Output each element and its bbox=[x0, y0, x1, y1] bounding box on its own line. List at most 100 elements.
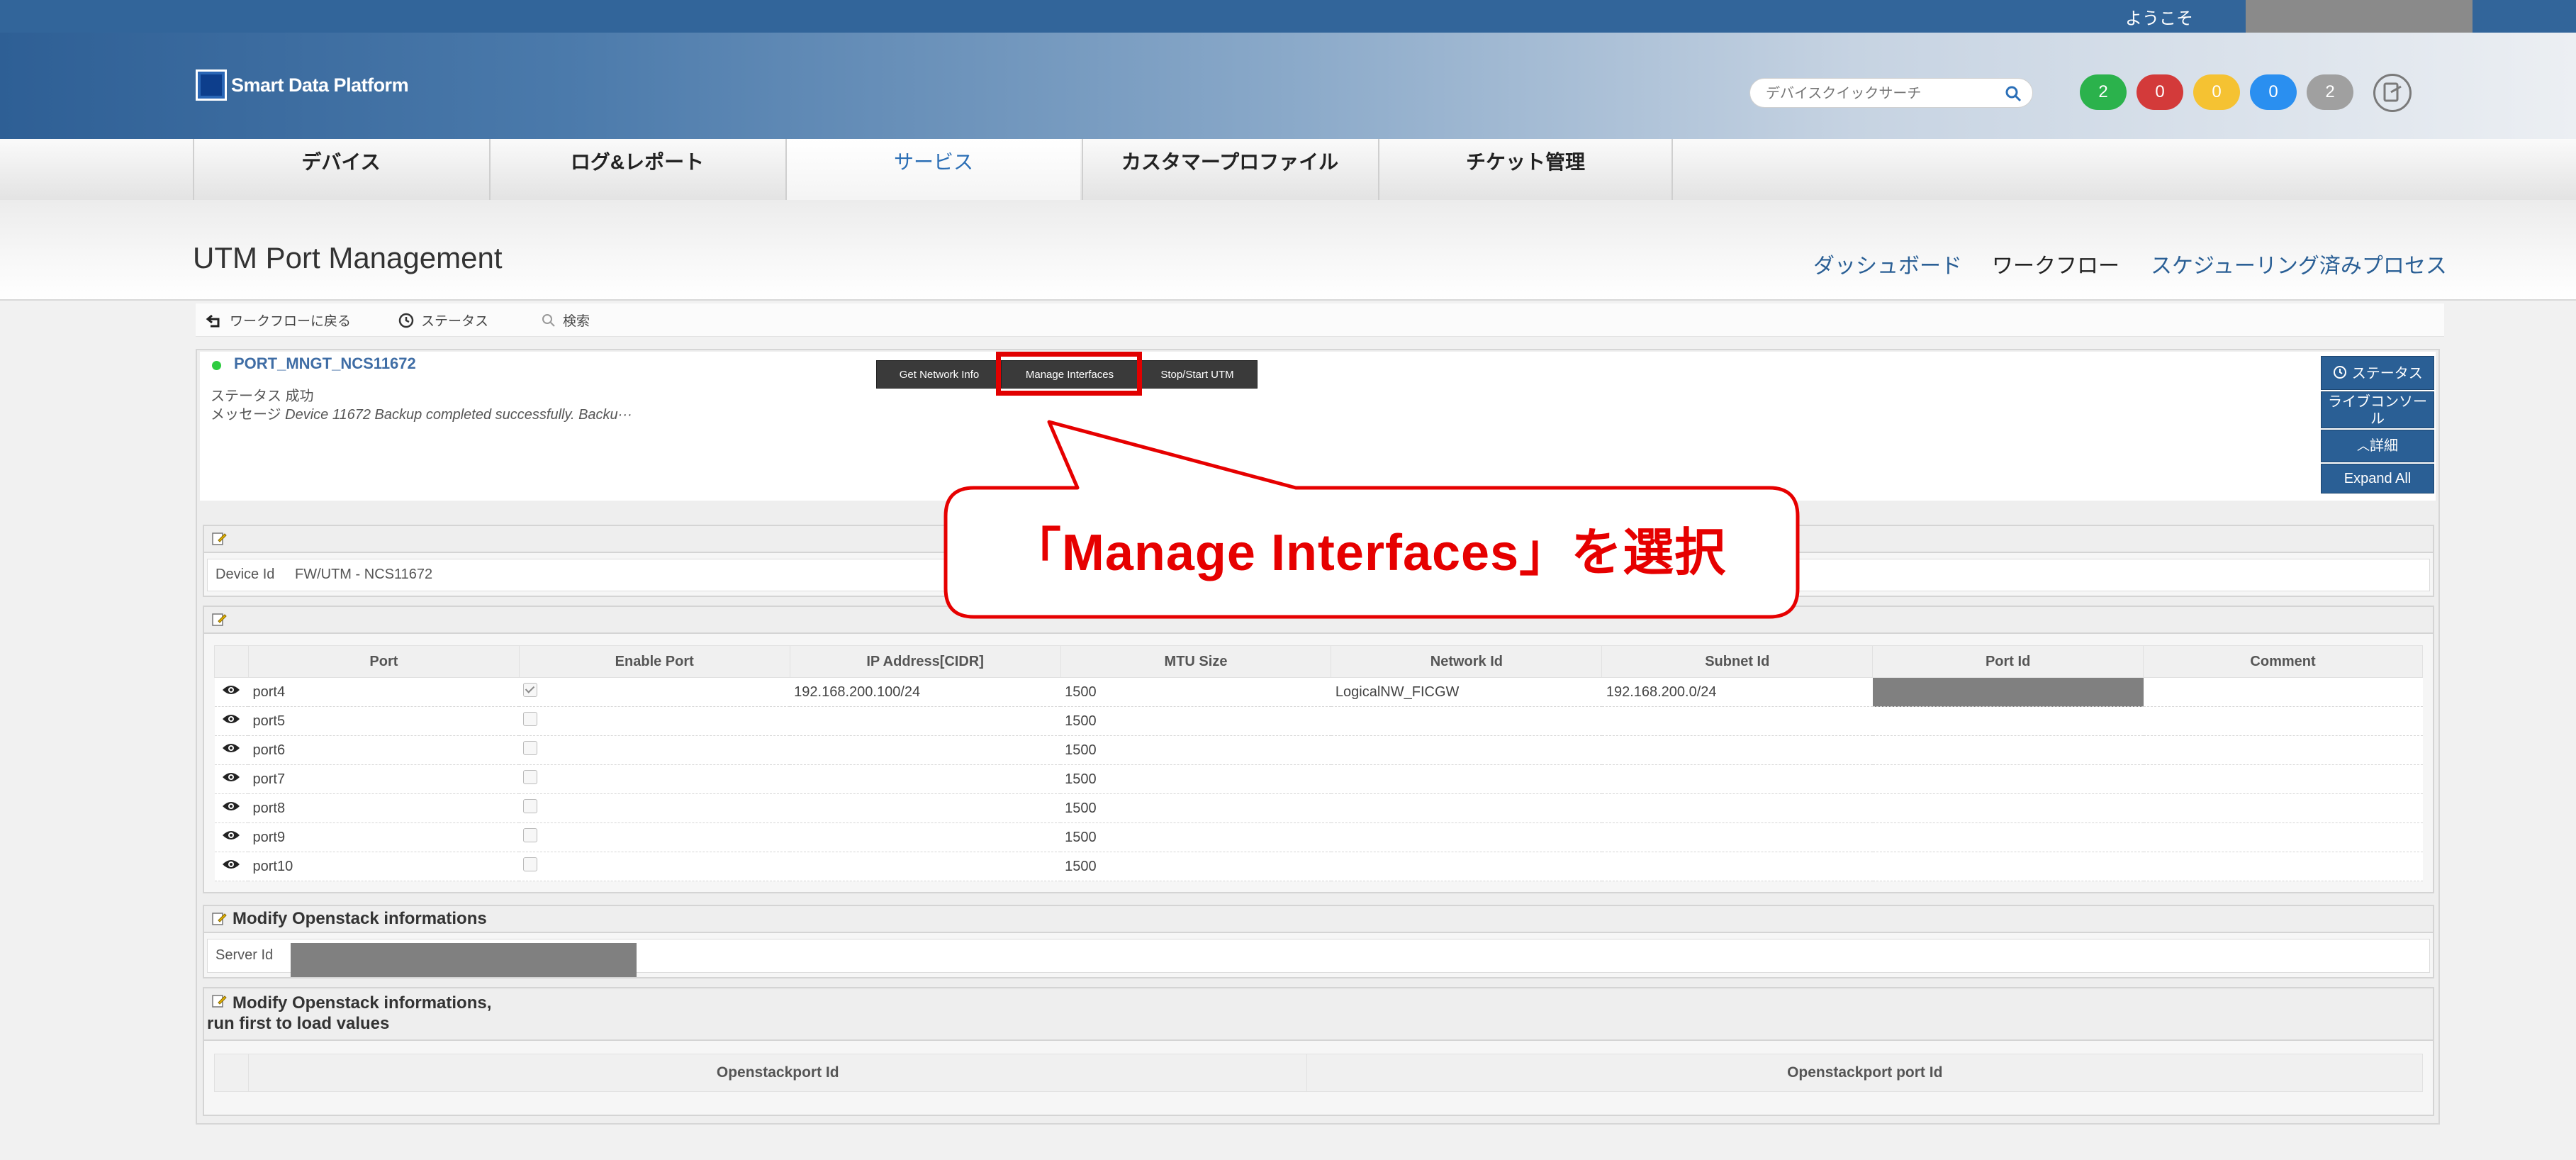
view-eye-icon[interactable] bbox=[214, 793, 249, 823]
details-label: 詳細 bbox=[2370, 438, 2398, 454]
user-name-redacted[interactable] bbox=[2246, 0, 2473, 33]
search-icon[interactable] bbox=[2004, 84, 2022, 103]
live-console-button[interactable]: ライブコンソール bbox=[2321, 391, 2434, 428]
view-eye-icon[interactable] bbox=[214, 706, 249, 736]
column-header-subnet-id[interactable]: Subnet Id bbox=[1601, 645, 1874, 678]
column-header-port[interactable]: Port bbox=[247, 645, 520, 678]
job-name[interactable]: PORT_MNGT_NCS11672 bbox=[234, 355, 416, 373]
enable-port-checkbox[interactable] bbox=[523, 741, 538, 755]
expand-all-button[interactable]: Expand All bbox=[2321, 464, 2434, 493]
status-side-button[interactable]: ステータス bbox=[2321, 356, 2434, 390]
page-title: UTM Port Management bbox=[193, 241, 503, 274]
openstack-load-section-header[interactable]: Modify Openstack informations, run first… bbox=[203, 987, 2434, 1041]
enable-port-checkbox[interactable] bbox=[523, 799, 538, 813]
status-line: ステータス 成功 bbox=[211, 384, 314, 405]
subnet-id-cell bbox=[1601, 706, 1873, 736]
view-eye-icon[interactable] bbox=[214, 764, 249, 794]
ip-address-cell bbox=[790, 852, 1061, 881]
enable-port-checkbox[interactable] bbox=[523, 857, 538, 871]
back-to-workflow-button[interactable]: ワークフローに戻る bbox=[206, 311, 351, 330]
column-header-openstackport-id[interactable]: Openstackport Id bbox=[247, 1054, 1308, 1092]
search-input[interactable] bbox=[1764, 83, 1994, 104]
details-button[interactable]: ︿詳細 bbox=[2321, 430, 2434, 462]
openstack-section-body: Server Id bbox=[203, 933, 2434, 978]
port-id-cell bbox=[1872, 677, 2144, 707]
comment-cell bbox=[2143, 677, 2423, 707]
openstack-view-column-header bbox=[214, 1054, 249, 1092]
enable-port-checkbox[interactable] bbox=[523, 712, 538, 726]
enable-port-checkbox[interactable] bbox=[523, 770, 538, 784]
stop-start-utm-button[interactable]: Stop/Start UTM bbox=[1137, 360, 1258, 389]
column-header-comment[interactable]: Comment bbox=[2143, 645, 2423, 678]
enable-port-checkbox[interactable] bbox=[523, 828, 538, 842]
get-network-info-button[interactable]: Get Network Info bbox=[876, 360, 1002, 389]
enable-port-cell bbox=[519, 822, 790, 852]
link-scheduled-processes[interactable]: スケジューリング済みプロセス bbox=[2151, 248, 2447, 279]
device-quick-search[interactable] bbox=[1749, 78, 2033, 108]
column-header-network-id[interactable]: Network Id bbox=[1331, 645, 1603, 678]
search-icon bbox=[542, 313, 555, 327]
view-column-header bbox=[214, 645, 249, 678]
column-header-ip-address[interactable]: IP Address[CIDR] bbox=[789, 645, 1061, 678]
tab-ticket-management[interactable]: チケット管理 bbox=[1378, 139, 1673, 200]
tab-services[interactable]: サービス bbox=[785, 139, 1080, 200]
enable-port-cell bbox=[519, 764, 790, 794]
view-eye-icon[interactable] bbox=[214, 735, 249, 765]
tab-customer-profile[interactable]: カスタマープロファイル bbox=[1082, 139, 1377, 200]
subnet-id-cell bbox=[1601, 735, 1873, 765]
edit-icon bbox=[212, 913, 227, 925]
search-toolbar-button[interactable]: 検索 bbox=[540, 311, 590, 330]
link-dashboard[interactable]: ダッシュボード bbox=[1813, 248, 1962, 279]
port-name-cell: port7 bbox=[248, 764, 520, 794]
message-value: Device 11672 Backup completed successful… bbox=[285, 407, 632, 423]
status-toolbar-button[interactable]: ステータス bbox=[397, 311, 488, 330]
openstack-load-title-line2: run first to load values bbox=[207, 1014, 390, 1033]
chevron-up-icon: ︿ bbox=[2357, 439, 2370, 453]
port-name-cell: port6 bbox=[248, 735, 520, 765]
edit-icon bbox=[212, 613, 227, 626]
ip-address-cell bbox=[790, 793, 1061, 823]
column-header-port-id[interactable]: Port Id bbox=[1872, 645, 2144, 678]
column-header-enable-port[interactable]: Enable Port bbox=[518, 645, 790, 678]
badge-info-count[interactable]: 0 bbox=[2250, 74, 2297, 110]
device-id-label: Device Id bbox=[215, 567, 275, 582]
enable-port-checkbox[interactable] bbox=[523, 683, 538, 697]
column-header-mtu-size[interactable]: MTU Size bbox=[1060, 645, 1332, 678]
port-id-cell bbox=[1872, 793, 2144, 823]
view-eye-icon[interactable] bbox=[214, 822, 249, 852]
openstack-port-table: Openstackport Id Openstackport port Id bbox=[214, 1054, 2423, 1092]
network-id-cell bbox=[1331, 852, 1602, 881]
view-eye-icon[interactable] bbox=[214, 677, 249, 707]
openstack-section-header[interactable]: Modify Openstack informations bbox=[203, 905, 2434, 933]
ip-address-cell bbox=[790, 764, 1061, 794]
badge-success-count[interactable]: 2 bbox=[2080, 74, 2127, 110]
port-id-cell bbox=[1872, 852, 2144, 881]
status-label: ステータス bbox=[211, 389, 281, 404]
comment-cell bbox=[2143, 793, 2423, 823]
ip-address-cell bbox=[790, 822, 1061, 852]
tab-logs-reports[interactable]: ログ&レポート bbox=[489, 139, 784, 200]
column-header-openstackport-port-id[interactable]: Openstackport port Id bbox=[1306, 1054, 2423, 1092]
history-icon bbox=[2334, 366, 2347, 379]
logout-icon[interactable] bbox=[2373, 74, 2412, 112]
comment-cell bbox=[2143, 706, 2423, 736]
mtu-size-cell: 1500 bbox=[1060, 852, 1331, 881]
message-line: メッセージ Device 11672 Backup completed succ… bbox=[211, 403, 632, 423]
port-id-cell bbox=[1872, 764, 2144, 794]
status-side-label: ステータス bbox=[2351, 366, 2423, 381]
comment-cell bbox=[2143, 852, 2423, 881]
link-workflow[interactable]: ワークフロー bbox=[1992, 248, 2119, 279]
badge-warning-count[interactable]: 0 bbox=[2193, 74, 2240, 110]
tab-devices[interactable]: デバイス bbox=[193, 139, 488, 200]
edit-icon bbox=[212, 532, 227, 545]
mtu-size-cell: 1500 bbox=[1060, 706, 1331, 736]
logo[interactable]: Smart Data Platform bbox=[196, 65, 409, 105]
badge-error-count[interactable]: 0 bbox=[2137, 74, 2183, 110]
status-toolbar-label: ステータス bbox=[421, 314, 489, 329]
logo-text: Smart Data Platform bbox=[231, 74, 409, 96]
network-id-cell bbox=[1331, 735, 1602, 765]
status-value: 成功 bbox=[285, 389, 314, 404]
badge-other-count[interactable]: 2 bbox=[2307, 74, 2353, 110]
subnet-id-cell bbox=[1601, 764, 1873, 794]
view-eye-icon[interactable] bbox=[214, 852, 249, 881]
